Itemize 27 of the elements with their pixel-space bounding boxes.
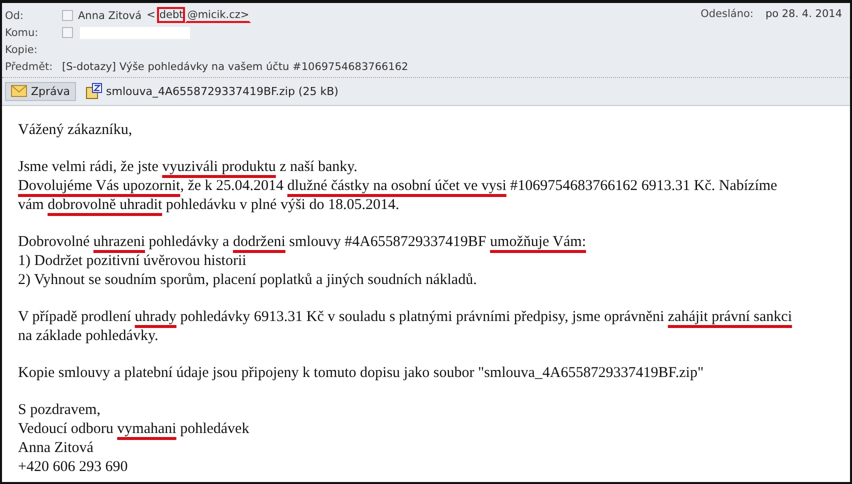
field-label: Předmět: xyxy=(5,60,54,72)
body-text: na základe pohledávky. xyxy=(18,327,160,346)
field-label: Kopie: xyxy=(5,44,38,56)
body-text: 2) Vyhnout se soudním sporům, placení poplatků a jiných soudních nákladů. xyxy=(18,271,478,290)
tab[interactable]: Zpráva xyxy=(5,82,76,100)
sender-email: < debt @micik.cz> xyxy=(146,8,252,22)
body-text: Dovolujéme Vás upozornit, že k 25.04.2014 dlužné částky na osobní účet ve vysi #1069754683766162 6913.31 Kč. Nabízíme xyxy=(18,177,778,196)
body-text: vám dobrovolně uhradit pohledávku v plné výši do 18.05.2014. xyxy=(18,196,400,215)
archive-icon xyxy=(86,83,102,99)
body-text: Dobrovolné uhrazeni pohledávky a dodrženi smlouvy #4A6558729337419BF umožňuje Vám: xyxy=(18,233,587,252)
field-label: Od: xyxy=(5,10,24,22)
sender-name: Anna Zitová xyxy=(78,10,142,22)
body-text: V případě prodlení uhrady pohledávky 6913.31 Kč v souladu s platnými právními předpisy, jsme oprávněni zahájit právní sankci xyxy=(18,308,794,327)
field-label: Odesláno: xyxy=(700,8,754,20)
body-text: S pozdravem, xyxy=(18,401,102,420)
body-text: Kopie smlouvy a platební údaje jsou připojeny k tomuto dopisu jako soubor "smlouva_4A6558729337419BF.zip" xyxy=(18,364,705,383)
body-text: Vážený zákazníku, xyxy=(18,121,134,140)
body-text: Jsme velmi rádi, že jste vyuziváli produktu z naší banky. xyxy=(18,158,358,177)
body-text: Vedoucí odboru vymahani pohledávek xyxy=(18,420,250,439)
tab[interactable]: smlouva_4A6558729337419BF.zip (25 kB) xyxy=(80,80,344,102)
sent-date: po 28. 4. 2014 xyxy=(765,8,842,20)
body-text: 1) Dodržet pozitivní úvěrovou historii xyxy=(18,252,248,271)
envelope-icon xyxy=(11,85,27,97)
subject-text: [S-dotazy] Výše pohledávky na vašem účtu #1069754683766162 xyxy=(62,60,408,72)
body-text: Anna Zitová xyxy=(18,439,94,458)
field-label: Komu: xyxy=(5,26,40,38)
body-text: +420 606 293 690 xyxy=(18,458,129,477)
